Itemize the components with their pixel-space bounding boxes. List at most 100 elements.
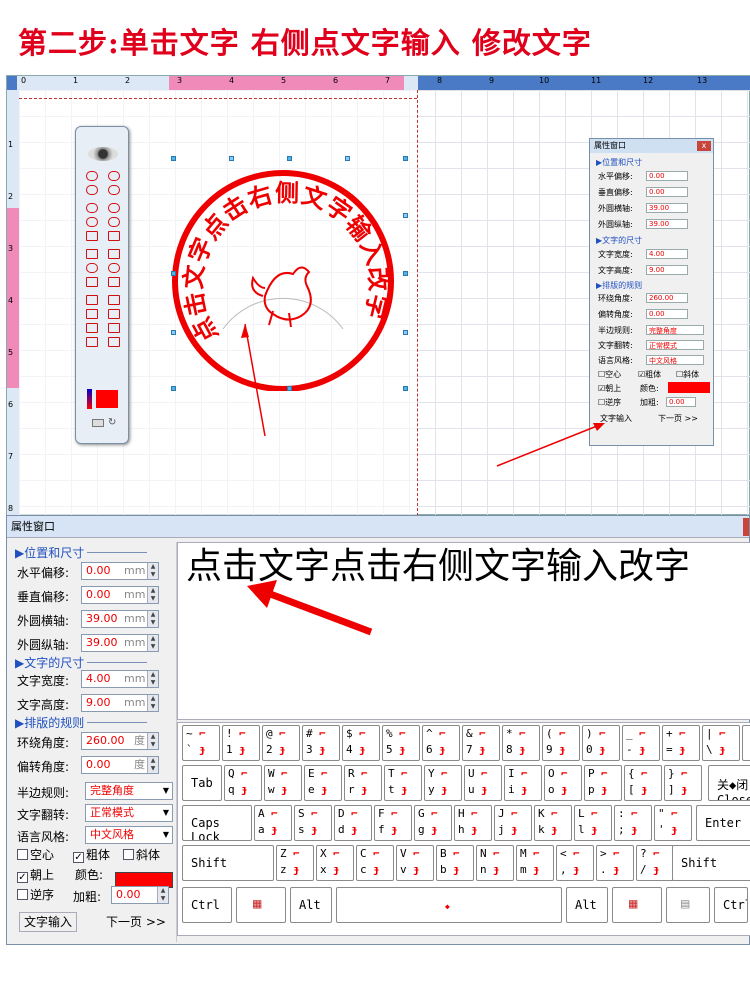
selection-handle[interactable] <box>403 213 408 218</box>
alt-key-right[interactable]: Alt <box>566 887 608 923</box>
angle-input[interactable]: 260.00 <box>646 293 688 303</box>
key[interactable]: @2 ⌐ ɟ <box>262 725 300 761</box>
selection-handle[interactable] <box>403 271 408 276</box>
ctrl-key-right[interactable]: Ctrl <box>714 887 748 923</box>
key[interactable]: Zz ⌐ ɟ <box>276 845 314 881</box>
key[interactable]: Oo ⌐ ɟ <box>544 765 582 801</box>
next-page-button[interactable]: 下一页 >> <box>658 413 698 426</box>
key[interactable]: % 5 ⌐ ɟ <box>382 725 420 761</box>
eye-icon[interactable] <box>88 147 118 161</box>
shift-key-right[interactable]: Shift <box>672 845 750 881</box>
key[interactable]: ! 1 ⌐ ɟ <box>222 725 260 761</box>
text-width-input[interactable]: 4.00 mm ▲ ▼ <box>81 670 159 688</box>
design-canvas[interactable]: 0 1 2 3 4 5 6 7 8 9 10 11 12 13 1 2 3 4 … <box>6 75 750 516</box>
triangle-tool-icon[interactable] <box>108 263 120 273</box>
circle-tool-icon[interactable] <box>86 171 98 181</box>
tab-key[interactable]: Tab <box>182 765 222 801</box>
next-page-button[interactable]: 下一页 >> <box>101 912 171 932</box>
color-swatch[interactable] <box>668 382 710 393</box>
image-tool-icon[interactable] <box>86 249 98 259</box>
key[interactable]: {[⌐ ɟ <box>624 765 662 801</box>
key[interactable]: Xx ⌐ ɟ <box>316 845 354 881</box>
rotation-input[interactable]: 0.00 <box>646 309 688 319</box>
italic-checkbox[interactable]: ☐斜体 <box>676 369 699 380</box>
key[interactable]: Ll ⌐ ɟ <box>574 805 612 841</box>
key[interactable]: Uu ⌐ ɟ <box>464 765 502 801</box>
key[interactable]: & 7 ⌐ ɟ <box>462 725 500 761</box>
selection-handle[interactable] <box>403 330 408 335</box>
up-checkbox[interactable]: ☑朝上 <box>598 383 621 394</box>
selection-handle[interactable] <box>229 156 234 161</box>
reverse-checkbox[interactable]: ☐逆序 <box>598 397 621 408</box>
reverse-checkbox[interactable]: 逆序 <box>17 886 54 903</box>
ellipse-tool-icon[interactable] <box>108 203 120 213</box>
hollow-checkbox[interactable]: ☐空心 <box>598 369 621 380</box>
key[interactable]: Bb ⌐ ɟ <box>436 845 474 881</box>
text-height-input[interactable]: 9.00 <box>646 265 688 275</box>
key[interactable]: ? / ⌐ ɟ <box>636 845 674 881</box>
ellipse-tool-icon[interactable] <box>86 203 98 213</box>
table-tool-icon[interactable] <box>108 309 120 319</box>
half-rule-select[interactable]: 完整角度 <box>646 325 704 335</box>
key[interactable]: | \ ⌐ ɟ <box>702 725 740 761</box>
key[interactable]: _ - ⌐ ɟ <box>622 725 660 761</box>
shift-key-left[interactable]: Shift <box>182 845 274 881</box>
refresh-icon[interactable]: ↻ <box>108 417 116 428</box>
key[interactable]: Yy ⌐ ɟ <box>424 765 462 801</box>
lang-select[interactable]: 中文风格 <box>646 355 704 365</box>
half-rule-select[interactable]: 完整角度 ▼ <box>85 782 173 800</box>
key[interactable]: Qq ⌐ ɟ <box>224 765 262 801</box>
key[interactable]: :; ⌐ ɟ <box>614 805 652 841</box>
key[interactable]: ~ ` ⌐ ɟ <box>182 725 220 761</box>
key[interactable]: Hh ⌐ ɟ <box>454 805 492 841</box>
key[interactable]: Ff ⌐ ɟ <box>374 805 412 841</box>
windows-key[interactable]: ▦ <box>612 887 662 923</box>
key[interactable]: Ss ⌐ ɟ <box>294 805 332 841</box>
thickness-input[interactable]: 0.00 <box>666 397 696 407</box>
gradient-icon[interactable] <box>87 389 92 409</box>
text-input-button[interactable]: 文字输入 <box>600 413 632 426</box>
close-icon[interactable]: x <box>697 141 711 151</box>
outer-v-input[interactable]: 39.00 mm ▲ ▼ <box>81 634 159 652</box>
key[interactable]: >. ⌐ ɟ <box>596 845 634 881</box>
space-key[interactable]: ◆ <box>336 887 562 923</box>
caps-lock-key[interactable]: Caps Lock <box>182 805 252 841</box>
key[interactable]: Ee ⌐ ɟ <box>304 765 342 801</box>
selection-handle[interactable] <box>345 156 350 161</box>
bar-tool-icon[interactable] <box>108 231 120 241</box>
v-offset-input[interactable]: 0.00 <box>646 187 688 197</box>
italic-checkbox[interactable]: 斜体 <box>123 846 160 863</box>
selection-handle[interactable] <box>171 386 176 391</box>
thickness-input[interactable]: 0.00 ▲ ▼ <box>111 886 169 904</box>
rotation-input[interactable]: 0.00 度 ▲ ▼ <box>81 756 159 774</box>
table-tool-icon[interactable] <box>108 323 120 333</box>
circle-tool-icon[interactable] <box>86 185 98 195</box>
key[interactable]: $4 ⌐ ɟ <box>342 725 380 761</box>
keyboard-icon[interactable] <box>92 419 104 427</box>
key[interactable]: Jj ⌐ ɟ <box>494 805 532 841</box>
key[interactable]: Kk ⌐ ɟ <box>534 805 572 841</box>
text-width-input[interactable]: 4.00 <box>646 249 688 259</box>
key[interactable]: Cc ⌐ ɟ <box>356 845 394 881</box>
outer-h-input[interactable]: 39.00 mm ▲ ▼ <box>81 610 159 628</box>
box-tool-icon[interactable] <box>108 249 120 259</box>
ctrl-key-left[interactable]: Ctrl <box>182 887 232 923</box>
key[interactable]: Ii ⌐ ɟ <box>504 765 542 801</box>
ellipse-tool-icon[interactable] <box>108 217 120 227</box>
key[interactable]: Nn ⌐ ɟ <box>476 845 514 881</box>
key[interactable]: Gg ⌐ ɟ <box>414 805 452 841</box>
h-offset-input[interactable]: 0.00 mm ▲ ▼ <box>81 562 159 580</box>
key[interactable]: Rr ⌐ ɟ <box>344 765 382 801</box>
key[interactable]: Ww ⌐ ɟ <box>264 765 302 801</box>
backspace-key[interactable]: Back Space <box>742 725 750 761</box>
key[interactable]: }] ⌐ ɟ <box>664 765 702 801</box>
key[interactable]: " ' ⌐ ɟ <box>654 805 692 841</box>
flip-select[interactable]: 正常模式 <box>646 340 704 350</box>
menu-key[interactable]: ▤ <box>666 887 710 923</box>
outer-h-input[interactable]: 39.00 <box>646 203 688 213</box>
text-input-button[interactable]: 文字输入 <box>19 912 77 932</box>
selection-handle[interactable] <box>287 156 292 161</box>
circle-tool-icon[interactable] <box>108 171 120 181</box>
selection-handle[interactable] <box>403 386 408 391</box>
bold-checkbox[interactable]: ✓ 粗体 <box>73 846 110 863</box>
